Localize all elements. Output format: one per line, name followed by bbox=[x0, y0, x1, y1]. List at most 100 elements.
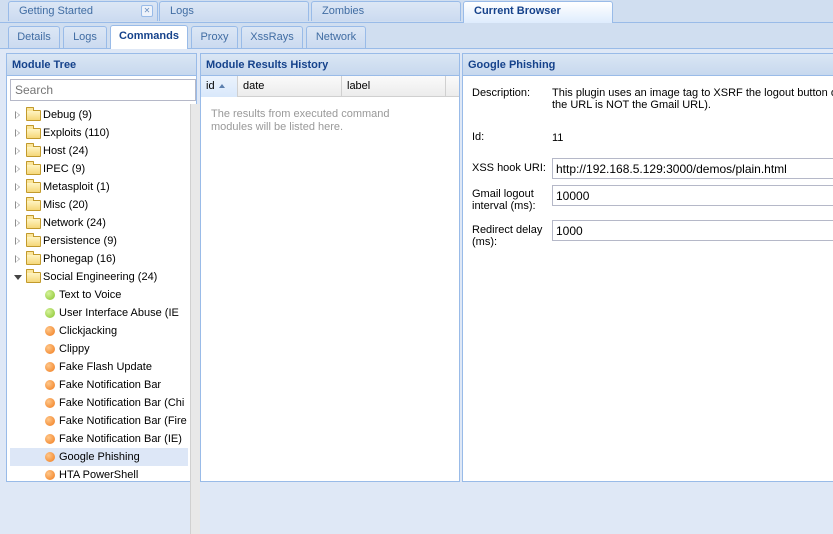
tree-module-text-to-voice[interactable]: Text to Voice bbox=[10, 286, 188, 304]
tree-module-fake-notification-bar-ie[interactable]: Fake Notification Bar (IE) bbox=[10, 430, 188, 448]
folder-icon bbox=[26, 251, 41, 265]
tree-folder-label: Phonegap (16) bbox=[43, 253, 116, 265]
tree-folder-social-engineering[interactable]: Social Engineering (24) bbox=[10, 268, 188, 286]
label-line: (ms): bbox=[472, 236, 498, 248]
expand-arrow-icon[interactable] bbox=[15, 111, 20, 119]
tree-folder-exploits[interactable]: Exploits (110) bbox=[10, 124, 188, 142]
tree-folder-label: Network (24) bbox=[43, 217, 106, 229]
browser-tab-bar: Details Logs Commands Proxy XssRays Netw… bbox=[0, 23, 833, 49]
tab-label: Getting Started bbox=[19, 5, 93, 17]
tree-module-hta-powershell[interactable]: HTA PowerShell bbox=[10, 466, 188, 484]
tree-folder-label: Host (24) bbox=[43, 145, 89, 157]
tab-logs[interactable]: Logs bbox=[159, 1, 309, 21]
folder-icon bbox=[26, 197, 41, 211]
expand-arrow-icon[interactable] bbox=[15, 219, 20, 227]
sort-ascending-icon bbox=[218, 84, 225, 88]
status-dot-icon bbox=[45, 398, 55, 408]
column-header-id[interactable]: id bbox=[201, 76, 238, 97]
redirect-delay-input[interactable] bbox=[552, 220, 833, 241]
tree-folder-metasploit[interactable]: Metasploit (1) bbox=[10, 178, 188, 196]
tab-label: Logs bbox=[170, 5, 194, 17]
tree-module-label: Google Phishing bbox=[59, 451, 140, 463]
tree-module-fake-notification-bar[interactable]: Fake Notification Bar bbox=[10, 376, 188, 394]
module-tree: Debug (9) Exploits (110) Host (24) IPEC … bbox=[10, 104, 188, 534]
column-label: id bbox=[206, 80, 215, 92]
tree-module-fake-notification-bar-chrome[interactable]: Fake Notification Bar (Chi bbox=[10, 394, 188, 412]
tree-folder-phonegap[interactable]: Phonegap (16) bbox=[10, 250, 188, 268]
tree-folder-label: Misc (20) bbox=[43, 199, 89, 211]
tree-folder-persistence[interactable]: Persistence (9) bbox=[10, 232, 188, 250]
tab-getting-started[interactable]: Getting Started ✕ bbox=[8, 1, 158, 21]
open-folder-icon bbox=[26, 269, 41, 283]
tree-folder-debug[interactable]: Debug (9) bbox=[10, 106, 188, 124]
tab-label: Zombies bbox=[322, 5, 365, 17]
tab-current-browser[interactable]: Current Browser bbox=[463, 1, 613, 23]
tree-module-clickjacking[interactable]: Clickjacking bbox=[10, 322, 188, 340]
tab-proxy[interactable]: Proxy bbox=[191, 26, 238, 48]
close-icon[interactable]: ✕ bbox=[141, 5, 153, 17]
tree-folder-label: Debug (9) bbox=[43, 109, 92, 121]
expand-arrow-icon[interactable] bbox=[15, 201, 20, 209]
tree-module-label: Clickjacking bbox=[59, 325, 118, 337]
tree-module-label: Fake Notification Bar (Fire bbox=[59, 415, 187, 427]
results-history-panel: Module Results History id date label The… bbox=[200, 53, 460, 482]
label-line: interval (ms): bbox=[472, 200, 536, 212]
status-dot-icon bbox=[45, 470, 55, 480]
tree-scrollbar[interactable] bbox=[190, 104, 200, 534]
column-header-label[interactable]: label bbox=[342, 76, 446, 97]
tab-details[interactable]: Details bbox=[8, 26, 60, 48]
expand-arrow-icon[interactable] bbox=[15, 255, 20, 263]
expand-arrow-icon[interactable] bbox=[15, 129, 20, 137]
tab-xssrays[interactable]: XssRays bbox=[241, 26, 303, 48]
folder-icon bbox=[26, 233, 41, 247]
description-label: Description: bbox=[472, 87, 531, 99]
description-line: This plugin uses an image tag to XSRF th… bbox=[552, 87, 833, 99]
tree-module-label: Fake Notification Bar (Chi bbox=[59, 397, 185, 409]
expand-arrow-icon[interactable] bbox=[15, 183, 20, 191]
module-details-title: Google Phishing bbox=[463, 54, 833, 76]
results-empty-text: The results from executed command module… bbox=[211, 108, 390, 133]
tree-module-label: Text to Voice bbox=[59, 289, 122, 301]
id-label: Id: bbox=[472, 131, 485, 143]
module-search-input[interactable] bbox=[10, 79, 196, 101]
xss-hook-uri-input[interactable] bbox=[552, 158, 833, 179]
tree-module-label: HTA PowerShell bbox=[59, 469, 139, 481]
tree-module-google-phishing[interactable]: Google Phishing bbox=[10, 448, 188, 466]
status-dot-icon bbox=[45, 290, 55, 300]
tab-browser-logs[interactable]: Logs bbox=[63, 26, 107, 48]
tree-folder-host[interactable]: Host (24) bbox=[10, 142, 188, 160]
gmail-logout-interval-input[interactable] bbox=[552, 185, 833, 206]
tree-module-label: Clippy bbox=[59, 343, 90, 355]
tree-module-label: Fake Notification Bar (IE) bbox=[59, 433, 182, 445]
tree-folder-label: Social Engineering (24) bbox=[43, 271, 158, 283]
description-text: This plugin uses an image tag to XSRF th… bbox=[552, 87, 833, 111]
status-dot-icon bbox=[45, 380, 55, 390]
tree-module-fake-notification-bar-firefox[interactable]: Fake Notification Bar (Fire bbox=[10, 412, 188, 430]
folder-icon bbox=[26, 125, 41, 139]
tree-module-clippy[interactable]: Clippy bbox=[10, 340, 188, 358]
tree-folder-network[interactable]: Network (24) bbox=[10, 214, 188, 232]
tree-module-label: Fake Notification Bar bbox=[59, 379, 162, 391]
tab-zombies[interactable]: Zombies bbox=[311, 1, 461, 21]
label-line: Redirect delay bbox=[472, 224, 543, 236]
folder-icon bbox=[26, 179, 41, 193]
tab-commands[interactable]: Commands bbox=[110, 25, 188, 49]
folder-icon bbox=[26, 161, 41, 175]
redirect-delay-label: Redirect delay (ms): bbox=[472, 224, 542, 248]
tree-module-fake-flash-update[interactable]: Fake Flash Update bbox=[10, 358, 188, 376]
expand-arrow-icon[interactable] bbox=[15, 237, 20, 245]
expand-arrow-icon[interactable] bbox=[15, 147, 20, 155]
results-grid-header: id date label bbox=[201, 76, 459, 97]
tree-module-label: Fake Flash Update bbox=[59, 361, 152, 373]
column-header-date[interactable]: date bbox=[238, 76, 342, 97]
expand-arrow-icon[interactable] bbox=[15, 165, 20, 173]
status-dot-icon bbox=[45, 452, 55, 462]
status-dot-icon bbox=[45, 344, 55, 354]
collapse-arrow-icon[interactable] bbox=[14, 275, 22, 280]
tree-module-user-interface-abuse[interactable]: User Interface Abuse (IE bbox=[10, 304, 188, 322]
module-details-panel: Google Phishing Description: This plugin… bbox=[462, 53, 833, 482]
tab-label: Current Browser bbox=[474, 5, 561, 17]
tree-folder-misc[interactable]: Misc (20) bbox=[10, 196, 188, 214]
tab-network[interactable]: Network bbox=[306, 26, 366, 48]
tree-folder-ipec[interactable]: IPEC (9) bbox=[10, 160, 188, 178]
